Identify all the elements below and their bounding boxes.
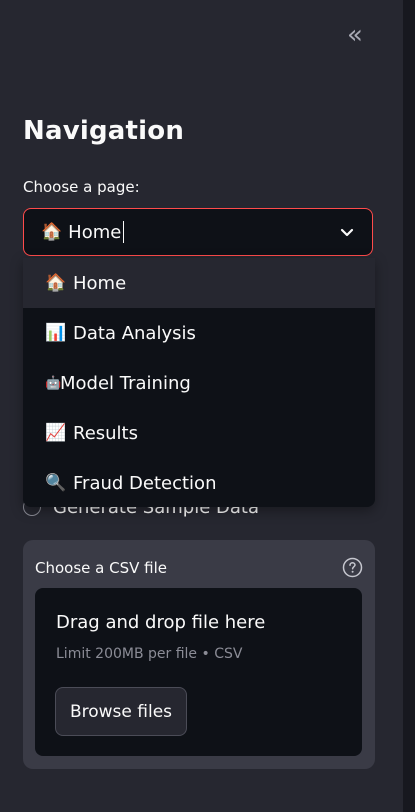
- option-fraud-detection[interactable]: 🔍 Fraud Detection: [23, 458, 375, 507]
- page-select-value: 🏠 Home: [41, 221, 125, 243]
- page-select-value-text: Home: [68, 221, 122, 243]
- option-results[interactable]: 📈 Results: [23, 408, 375, 458]
- page-select[interactable]: 🏠 Home: [23, 208, 373, 256]
- bar-chart-icon: 📊: [45, 323, 67, 343]
- page-select-dropdown: 🏠 Home 📊 Data Analysis 🤖 Model Training …: [23, 258, 375, 507]
- option-label: Model Training: [60, 372, 191, 394]
- option-label: Fraud Detection: [73, 472, 217, 494]
- collapse-sidebar-button[interactable]: «: [338, 20, 372, 50]
- file-uploader: Choose a CSV file Drag and drop file her…: [23, 540, 375, 769]
- option-label: Data Analysis: [73, 322, 196, 344]
- option-model-training[interactable]: 🤖 Model Training: [23, 358, 375, 408]
- trend-chart-icon: 📈: [45, 423, 67, 443]
- option-label: Results: [73, 422, 138, 444]
- option-data-analysis[interactable]: 📊 Data Analysis: [23, 308, 375, 358]
- double-chevron-left-icon: «: [347, 20, 363, 50]
- uploader-label: Choose a CSV file: [35, 559, 167, 577]
- browse-files-button[interactable]: Browse files: [55, 687, 187, 736]
- option-label: Home: [73, 272, 127, 294]
- text-cursor: [123, 221, 125, 243]
- sidebar: « Navigation Choose a page: 🏠 Home 🏠 Hom…: [0, 0, 403, 812]
- dropzone-title: Drag and drop file here: [56, 612, 266, 633]
- navigation-heading: Navigation: [23, 116, 185, 146]
- robot-icon: 🤖: [45, 375, 62, 391]
- question-circle-icon[interactable]: [342, 557, 363, 578]
- file-dropzone[interactable]: Drag and drop file here Limit 200MB per …: [35, 588, 362, 756]
- scrollbar-track[interactable]: [403, 0, 415, 812]
- dropzone-limit-text: Limit 200MB per file • CSV: [56, 646, 243, 662]
- page-select-label: Choose a page:: [23, 178, 140, 196]
- chevron-down-icon[interactable]: [338, 223, 356, 241]
- magnifier-icon: 🔍: [45, 473, 67, 493]
- home-icon: 🏠: [45, 273, 67, 293]
- option-home[interactable]: 🏠 Home: [23, 258, 375, 308]
- home-icon: 🏠: [41, 222, 63, 242]
